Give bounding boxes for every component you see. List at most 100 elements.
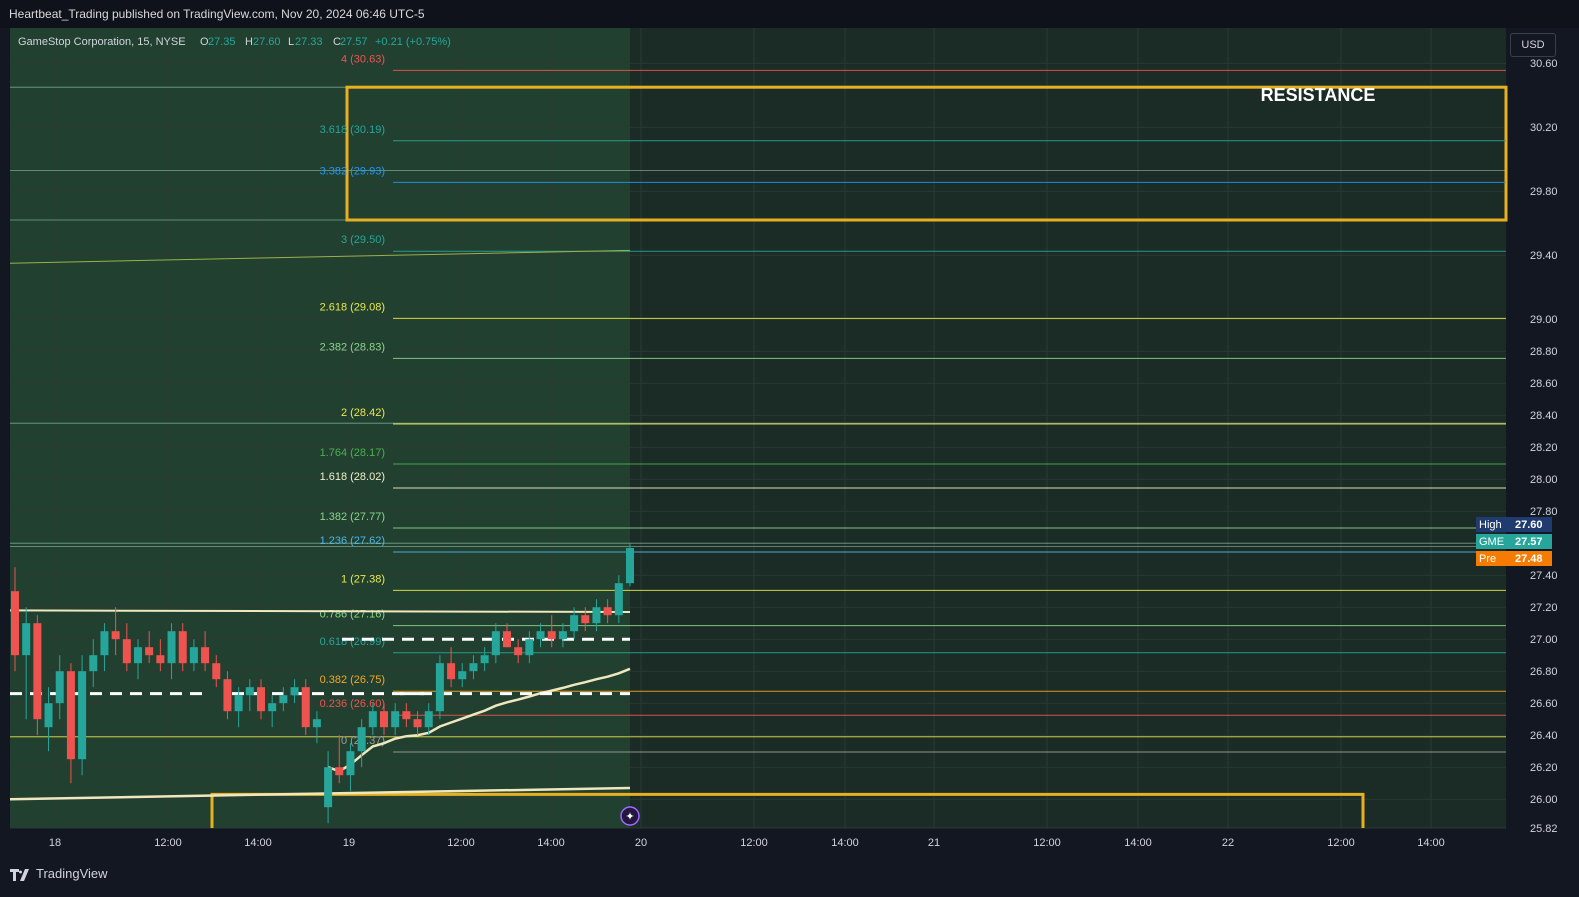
resistance-label: RESISTANCE — [1261, 85, 1376, 105]
candle-body — [380, 711, 388, 728]
price-tag-label: Pre — [1479, 553, 1496, 565]
time-tick-label: 12:00 — [740, 837, 768, 849]
price-tick-label: 30.60 — [1530, 58, 1558, 70]
time-tick-label: 18 — [49, 837, 61, 849]
time-tick-label: 12:00 — [1033, 837, 1061, 849]
price-tick-label: 26.60 — [1530, 698, 1558, 710]
price-tag-label: High — [1479, 519, 1502, 531]
candle-body — [592, 607, 601, 624]
candle-body — [178, 631, 187, 664]
fib-label: 0.382 (26.75) — [320, 674, 385, 686]
candle-body — [435, 663, 444, 712]
candle-body — [44, 703, 53, 728]
candle-body — [156, 655, 165, 664]
candle-body — [626, 548, 634, 584]
price-tick-label: 30.20 — [1530, 122, 1558, 134]
candle-body — [33, 623, 42, 720]
candle-body — [335, 767, 344, 776]
time-tick-label: 14:00 — [1124, 837, 1152, 849]
price-tag-value: 27.57 — [1515, 536, 1543, 548]
fib-label: 1.618 (28.02) — [320, 471, 385, 483]
price-tick-label: 28.40 — [1530, 410, 1558, 422]
time-tick-label: 12:00 — [447, 837, 475, 849]
time-tick-label: 12:00 — [154, 837, 182, 849]
fib-label: 3 (29.50) — [341, 234, 385, 246]
legend-item: L — [288, 36, 294, 48]
left-edge — [0, 28, 10, 828]
candle-body — [536, 631, 545, 640]
price-tick-label: 27.00 — [1530, 634, 1558, 646]
candle-body — [413, 719, 422, 728]
tradingview-icon — [10, 868, 29, 881]
star-icon: ✦ — [625, 810, 634, 823]
price-tick-label: 27.80 — [1530, 506, 1558, 518]
candle-body — [514, 647, 523, 656]
candle-body — [122, 639, 131, 664]
fib-label: 0.618 (26.99) — [320, 636, 385, 648]
fib-label: 4 (30.63) — [341, 53, 385, 65]
legend-item: 27.60 — [253, 36, 281, 48]
fib-label: 2.382 (28.83) — [320, 341, 385, 353]
legend-item: 27.35 — [208, 36, 236, 48]
fib-label: 2 (28.42) — [341, 407, 385, 419]
price-tag-value: 27.48 — [1515, 553, 1543, 565]
time-tick-label: 22 — [1222, 837, 1234, 849]
price-tick-label: 29.40 — [1530, 250, 1558, 262]
candle-body — [134, 647, 142, 664]
candle-body — [257, 687, 265, 712]
legend-item: H — [245, 36, 253, 48]
candle-body — [212, 663, 221, 680]
time-tick-label: 14:00 — [831, 837, 859, 849]
candle-body — [547, 631, 556, 640]
price-tag-label: GME — [1479, 536, 1504, 548]
candle-body — [189, 647, 198, 664]
candle-body — [55, 671, 64, 704]
candle-body — [234, 695, 243, 712]
candle-body — [312, 719, 321, 728]
time-tick-label: 14:00 — [1417, 837, 1445, 849]
fib-label: 0.236 (26.60) — [320, 698, 385, 710]
footer-brand: TradingView — [36, 866, 108, 881]
candle-body — [145, 647, 154, 656]
candle-body — [491, 631, 500, 656]
legend-item: +0.21 (+0.75%) — [375, 36, 451, 48]
price-tick-label: 28.60 — [1530, 378, 1558, 390]
candle-body — [78, 671, 87, 760]
candle-body — [66, 671, 75, 760]
candle-body — [245, 687, 254, 696]
candle-body — [279, 695, 288, 704]
candle-body — [324, 767, 333, 808]
legend-item: GameStop Corporation, 15, NYSE — [18, 36, 186, 48]
price-tick-label: 26.20 — [1530, 762, 1558, 774]
candle-body — [614, 583, 623, 616]
fib-label: 1.382 (27.77) — [320, 511, 385, 523]
legend-item: 27.57 — [340, 36, 368, 48]
fib-label: 3.618 (30.19) — [320, 124, 385, 136]
candle-body — [268, 703, 277, 712]
candle-body — [100, 631, 109, 656]
candle-body — [469, 663, 478, 672]
price-tick-label: 27.40 — [1530, 570, 1558, 582]
candle-body — [346, 751, 355, 776]
price-tag-value: 27.60 — [1515, 519, 1543, 531]
price-tick-label: 26.80 — [1530, 666, 1558, 678]
time-tick-label: 14:00 — [537, 837, 565, 849]
tradingview-logo[interactable]: TradingView — [10, 866, 108, 881]
candle-body — [111, 631, 120, 640]
candle-body — [391, 711, 400, 728]
price-tick-label: 28.20 — [1530, 442, 1558, 454]
candle-body — [458, 671, 467, 680]
candle-body — [368, 711, 377, 728]
price-tick-label: 28.80 — [1530, 346, 1558, 358]
currency-button[interactable]: USD — [1510, 33, 1556, 57]
candle-body — [89, 655, 98, 672]
fib-label: 1.236 (27.62) — [320, 535, 385, 547]
price-chart[interactable]: RESISTANCE 4 (30.63) 3.618 (30.19) 3.382 (… — [0, 0, 1579, 897]
time-tick-label: 20 — [635, 837, 647, 849]
price-tick-label: 28.00 — [1530, 474, 1558, 486]
legend-item: 27.33 — [295, 36, 323, 48]
fib-label: 1 (27.38) — [341, 573, 385, 585]
time-tick-label: 19 — [343, 837, 355, 849]
candle-body — [290, 687, 299, 696]
candle-body — [201, 647, 210, 664]
